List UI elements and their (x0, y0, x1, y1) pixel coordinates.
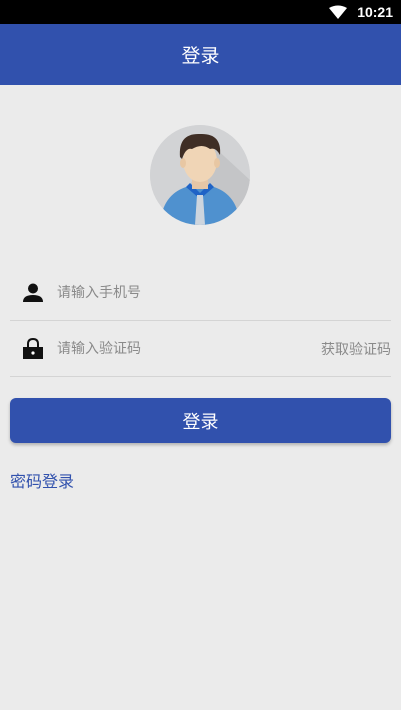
login-button-label: 登录 (182, 411, 219, 433)
app-bar: 登录 (0, 24, 401, 85)
avatar (150, 125, 250, 225)
page-title: 登录 (181, 45, 220, 67)
verification-code-input[interactable] (56, 328, 313, 369)
wifi-icon (329, 4, 348, 20)
get-code-button[interactable]: 获取验证码 (313, 339, 391, 359)
login-button[interactable]: 登录 (10, 398, 391, 443)
status-time: 10:21 (357, 4, 393, 20)
phone-input[interactable] (56, 272, 391, 313)
password-login-link[interactable]: 密码登录 (10, 468, 74, 492)
person-icon (10, 265, 56, 321)
user-avatar-illustration (150, 125, 250, 225)
lock-icon (10, 321, 56, 377)
phone-row (10, 265, 391, 321)
code-row: 获取验证码 (10, 321, 391, 377)
status-bar: 10:21 (0, 0, 401, 24)
